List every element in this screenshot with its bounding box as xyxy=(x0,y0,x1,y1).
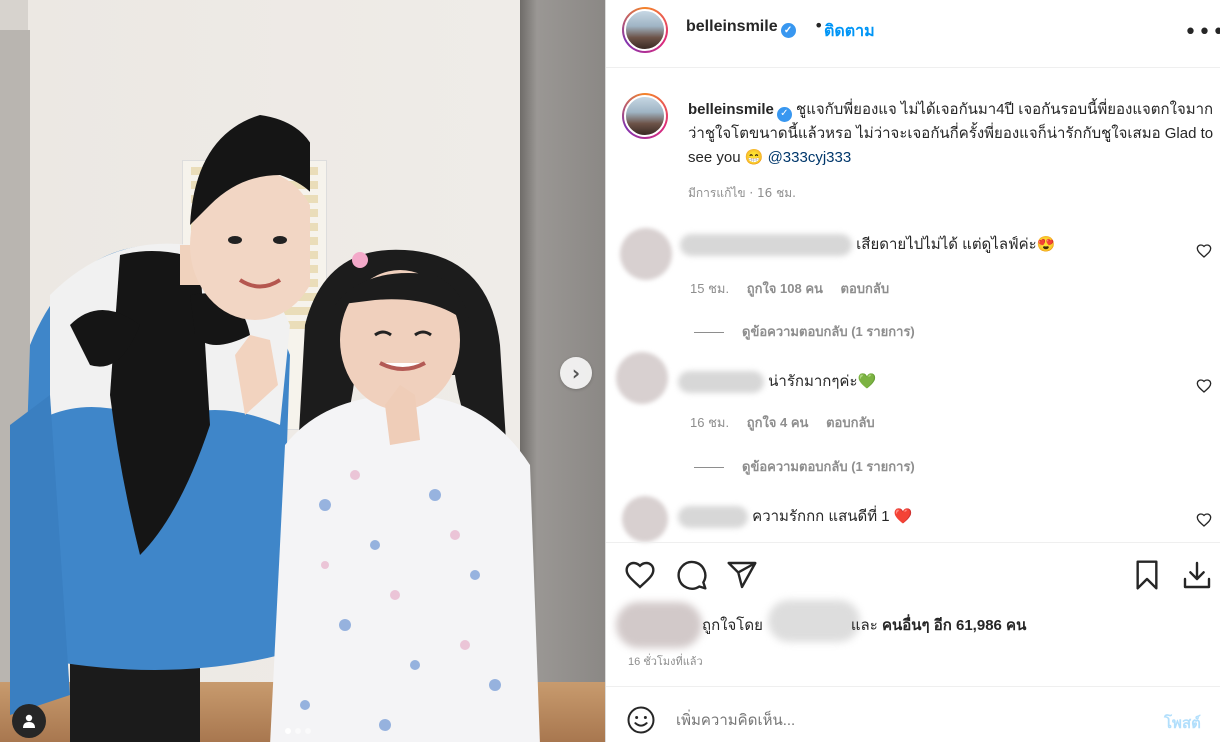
carousel-dot xyxy=(305,728,311,734)
post-photo[interactable]: › xyxy=(0,0,605,742)
comment-bubble-icon[interactable] xyxy=(676,559,708,591)
like-comment-heart-icon[interactable] xyxy=(1196,378,1212,394)
user-tags-button[interactable] xyxy=(12,704,46,738)
instagram-post-view: › belleinsmile✓ • ติดตาม ••• be xyxy=(0,0,1220,742)
carousel-next-button[interactable]: › xyxy=(560,357,592,389)
author-username-text[interactable]: belleinsmile xyxy=(686,18,778,35)
comment-reply-button[interactable]: ตอบกลับ xyxy=(826,415,875,430)
like-comment-heart-icon[interactable] xyxy=(1196,512,1212,528)
caption-meta: มีการแก้ไข · 16 ชม. xyxy=(688,186,796,200)
likes-and-label: และ xyxy=(850,617,878,634)
post-timestamp[interactable]: 16 ชั่วโมงที่แล้ว xyxy=(628,652,703,670)
caption-text-block: belleinsmile ✓ ชูแจกับพี่ยองแจ ไม่ได้เจอก… xyxy=(688,98,1220,170)
verified-badge-icon: ✓ xyxy=(776,106,792,122)
likes-others-link[interactable]: คนอื่นๆ อีก 61,986 คน xyxy=(882,617,1026,634)
comment-reply-button[interactable]: ตอบกลับ xyxy=(841,281,890,296)
caption-author-avatar[interactable] xyxy=(622,93,668,139)
comment-meta: 15 ชม. ถูกใจ 108 คน ตอบกลับ xyxy=(690,278,903,299)
download-icon[interactable] xyxy=(1181,559,1213,591)
post-comment-button[interactable]: โพสต์ xyxy=(1164,711,1201,735)
comment-meta: 16 ชม. ถูกใจ 4 คน ตอบกลับ xyxy=(690,412,889,433)
liked-by-label: ถูกใจโดย xyxy=(702,617,763,634)
add-comment-input[interactable] xyxy=(676,706,1116,734)
replies-divider xyxy=(694,467,724,469)
view-replies-label[interactable]: ดูข้อความตอบกลับ (1 รายการ) xyxy=(742,324,915,339)
view-replies-button[interactable]: ดูข้อความตอบกลับ (1 รายการ) xyxy=(694,321,915,342)
likes-summary: ถูกใจโดย และ คนอื่นๆ อีก 61,986 คน xyxy=(616,600,1216,650)
more-options-icon[interactable]: ••• xyxy=(1184,20,1220,45)
view-replies-label[interactable]: ดูข้อความตอบกลับ (1 รายการ) xyxy=(742,459,915,474)
commenter-avatar[interactable] xyxy=(620,228,672,280)
commenter-avatar[interactable] xyxy=(622,496,668,542)
comment-time[interactable]: 16 ชม. xyxy=(690,415,729,430)
verified-badge-icon: ✓ xyxy=(780,23,796,38)
carousel-indicator xyxy=(285,728,311,734)
commenter-username[interactable] xyxy=(678,506,748,529)
save-bookmark-icon[interactable] xyxy=(1131,559,1163,591)
commenter-avatar[interactable] xyxy=(616,352,668,404)
comment-time[interactable]: 15 ชม. xyxy=(690,281,729,296)
caption-username[interactable]: belleinsmile xyxy=(688,101,774,118)
liker-avatar[interactable] xyxy=(616,602,702,648)
author-avatar[interactable] xyxy=(622,7,668,53)
like-heart-icon[interactable] xyxy=(624,559,656,591)
person-icon xyxy=(23,714,35,728)
comment-body: เสียดายไปไม่ได้ แต่ดูไลฟ์ค่ะ😍 xyxy=(856,236,1056,253)
commenter-username[interactable] xyxy=(680,234,852,257)
comment-likes[interactable]: ถูกใจ 4 คน xyxy=(747,415,809,430)
commenter-username[interactable] xyxy=(678,371,764,394)
comment-likes[interactable]: ถูกใจ 108 คน xyxy=(747,281,823,296)
carousel-dot xyxy=(295,728,301,734)
replies-divider xyxy=(694,332,724,334)
emoji-smiley-icon[interactable] xyxy=(626,705,656,735)
comment-body: น่ารักมากๆค่ะ💚 xyxy=(768,373,877,390)
comment-body: ความรักกก แสนดีที่ 1 ❤️ xyxy=(752,508,913,525)
post-side-panel: belleinsmile✓ • ติดตาม ••• belleinsmile✓… xyxy=(605,0,1220,742)
view-replies-button[interactable]: ดูข้อความตอบกลับ (1 รายการ) xyxy=(694,456,915,477)
comment-text: เสียดายไปไม่ได้ แต่ดูไลฟ์ค่ะ😍 xyxy=(680,232,1056,257)
comment-text: ความรักกก แสนดีที่ 1 ❤️ xyxy=(678,504,913,529)
share-send-icon[interactable] xyxy=(726,559,758,591)
add-comment-bar: โพสต์ xyxy=(606,686,1220,742)
likes-text: ถูกใจโดย และ คนอื่นๆ อีก 61,986 คน xyxy=(702,613,1026,637)
comment-text: น่ารักมากๆค่ะ💚 xyxy=(678,369,877,394)
post-header: belleinsmile✓ • ติดตาม ••• xyxy=(606,0,1220,68)
photo-person-girl xyxy=(270,249,540,742)
caption-mention-link[interactable]: @333cyj333 xyxy=(768,149,852,166)
like-comment-heart-icon[interactable] xyxy=(1196,243,1212,259)
follow-button[interactable]: ติดตาม xyxy=(824,19,875,44)
header-separator: • xyxy=(814,16,824,35)
author-username[interactable]: belleinsmile ✓ xyxy=(686,18,796,38)
carousel-dot-active xyxy=(285,728,291,734)
